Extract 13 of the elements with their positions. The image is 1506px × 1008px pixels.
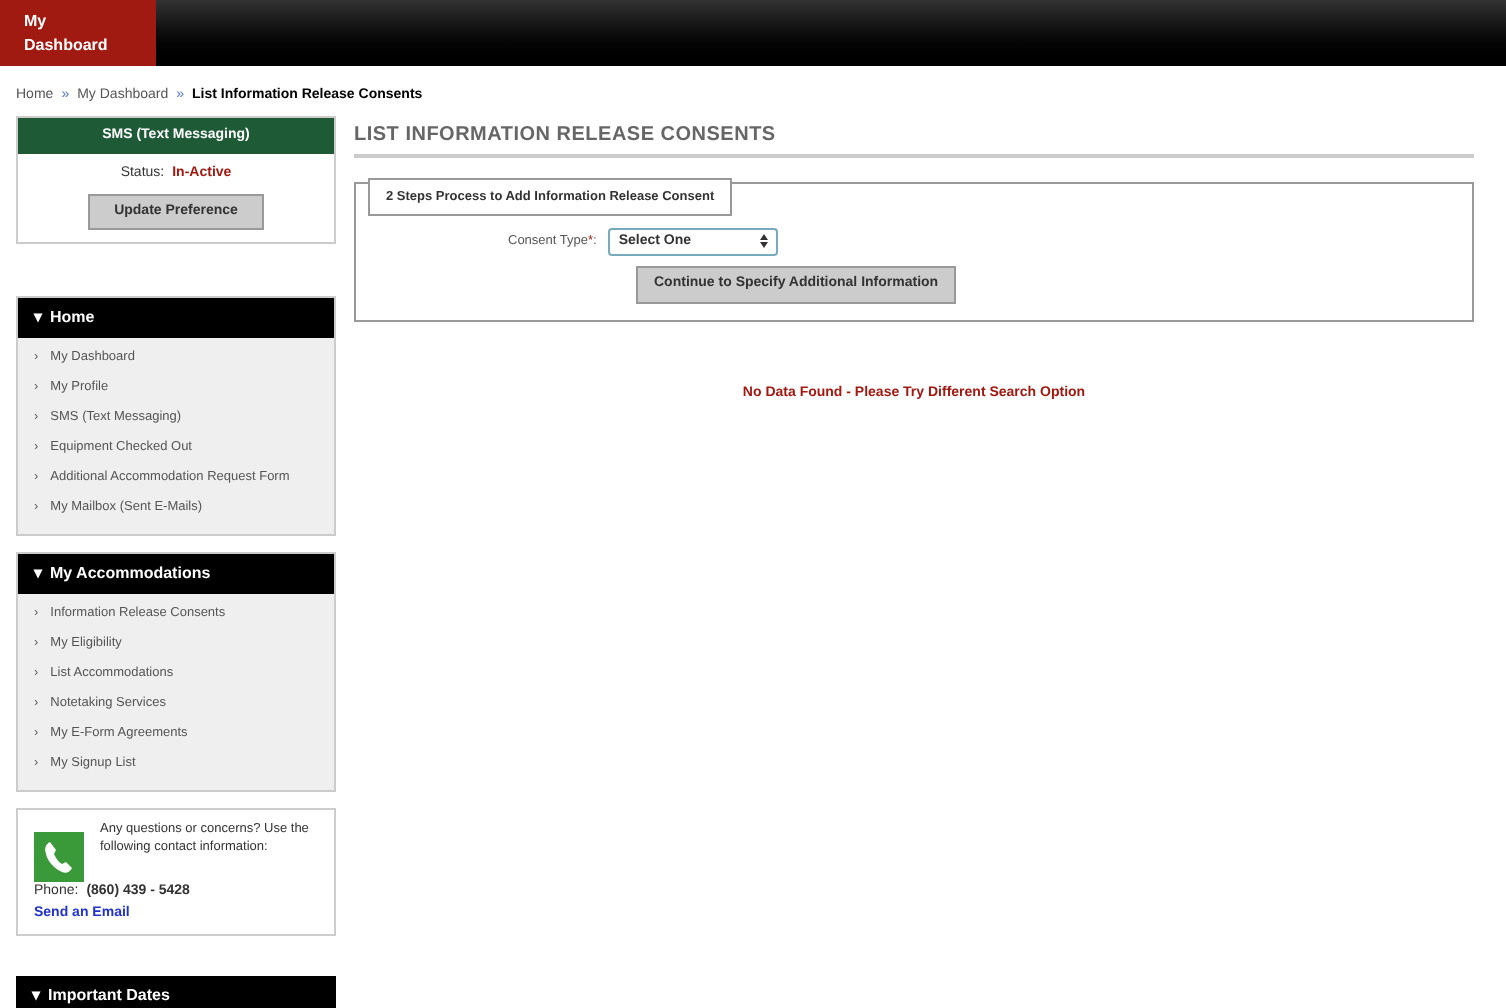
collapse-icon: ▾ <box>34 306 42 330</box>
menu-header[interactable]: ▾ Important Dates <box>16 976 336 1008</box>
menu-header[interactable]: ▾ My Accommodations <box>18 554 334 594</box>
collapse-icon: ▾ <box>32 984 40 1008</box>
phone-icon <box>34 832 84 882</box>
menu-header[interactable]: ▾ Home <box>18 298 334 338</box>
page-title: LIST INFORMATION RELEASE CONSENTS <box>354 119 1474 157</box>
collapse-icon: ▾ <box>34 562 42 586</box>
nav-tab[interactable]: My Dashboard <box>0 0 156 66</box>
select-arrows-icon <box>760 234 769 249</box>
menu-title: Important Dates <box>48 984 170 1008</box>
menu-title: Home <box>50 306 95 330</box>
menu-title: My Accommodations <box>50 562 211 586</box>
